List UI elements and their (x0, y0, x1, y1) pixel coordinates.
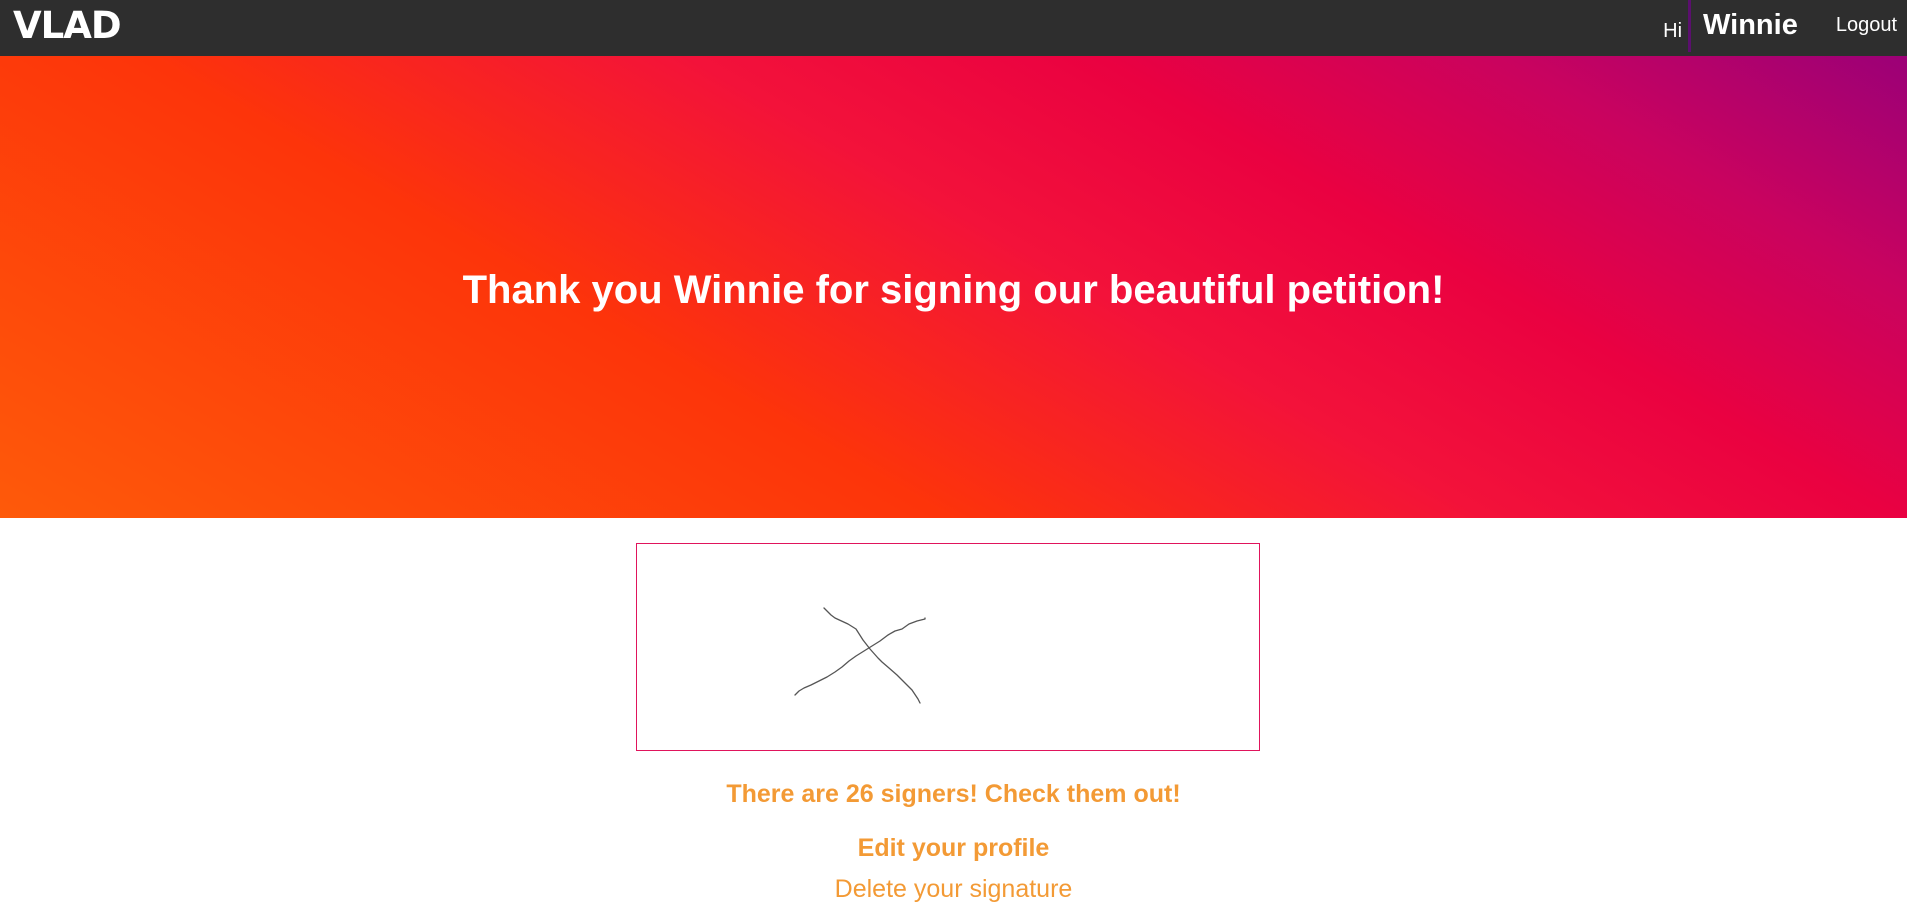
top-navbar: VLAD Hi Winnie Logout (0, 0, 1907, 56)
nav-divider (1688, 0, 1692, 52)
signature-box (636, 543, 1260, 751)
signers-link[interactable]: There are 26 signers! Check them out! (0, 780, 1907, 809)
username-label: Winnie (1703, 8, 1798, 41)
page-title: Thank you Winnie for signing our beautif… (462, 268, 1445, 312)
site-logo[interactable]: VLAD (13, 4, 122, 48)
hero-banner: Thank you Winnie for signing our beautif… (0, 56, 1907, 518)
signers-link-text[interactable]: There are 26 signers! Check them out! (726, 780, 1180, 809)
user-nav: Hi Winnie Logout (1663, 0, 1907, 56)
signature-image (794, 607, 926, 704)
edit-profile-link-text[interactable]: Edit your profile (858, 834, 1050, 863)
logout-link[interactable]: Logout (1836, 14, 1897, 43)
delete-signature-link-text[interactable]: Delete your signature (835, 875, 1073, 904)
delete-signature-link[interactable]: Delete your signature (0, 875, 1907, 904)
edit-profile-link[interactable]: Edit your profile (0, 834, 1907, 863)
greeting-text: Hi (1663, 19, 1683, 42)
